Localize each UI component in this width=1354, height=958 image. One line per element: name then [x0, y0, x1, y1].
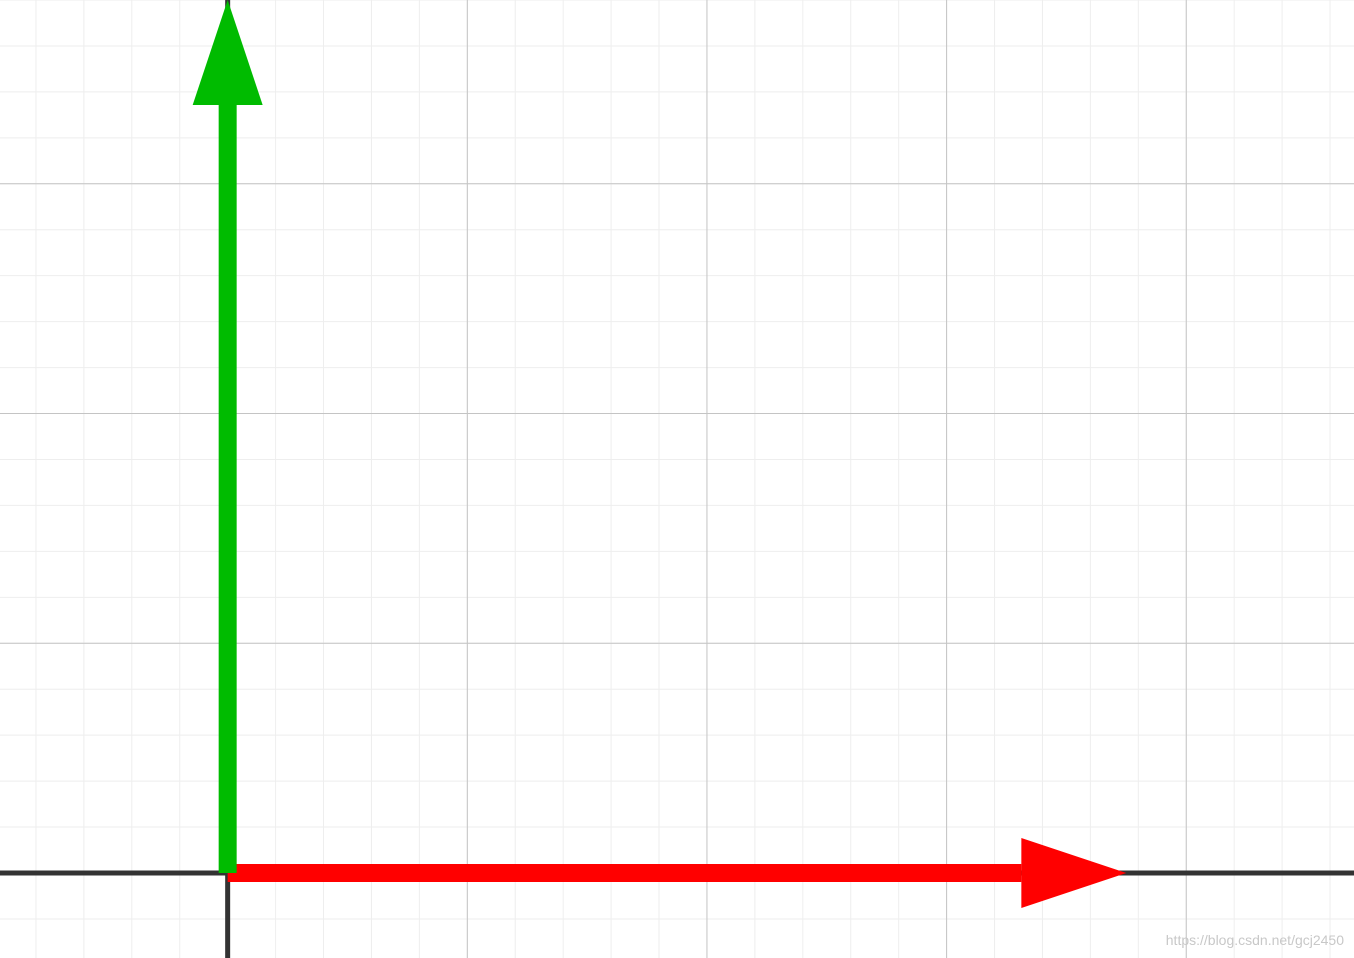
major-grid: [0, 0, 1354, 958]
watermark: https://blog.csdn.net/gcj2450: [1165, 932, 1344, 948]
vector-plot: [0, 0, 1354, 958]
y-vector: [192, 0, 263, 873]
diagram-canvas: https://blog.csdn.net/gcj2450: [0, 0, 1354, 958]
y-vector-arrowhead: [192, 0, 263, 105]
minor-grid: [0, 0, 1354, 958]
x-vector: [227, 837, 1127, 908]
x-vector-arrowhead: [1021, 837, 1127, 908]
axes: [0, 0, 1354, 958]
